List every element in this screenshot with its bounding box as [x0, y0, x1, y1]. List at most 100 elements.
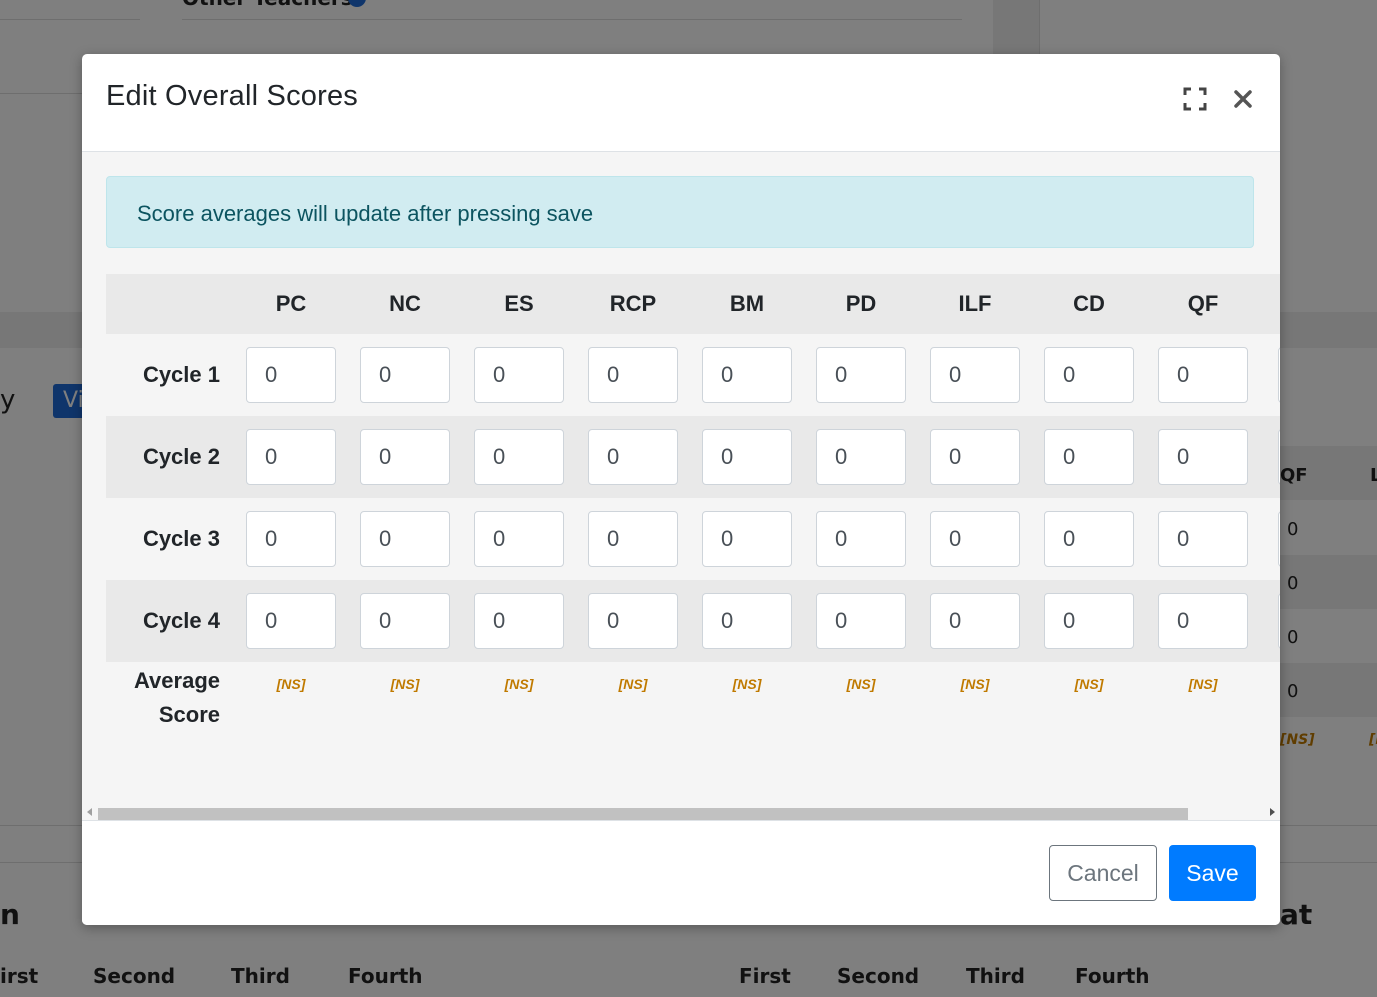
score-input[interactable]: [1044, 593, 1134, 649]
score-input[interactable]: [588, 347, 678, 403]
score-input[interactable]: [1278, 511, 1280, 567]
score-cell: [576, 580, 690, 662]
horizontal-scrollbar[interactable]: [82, 804, 1280, 820]
score-input[interactable]: [246, 593, 336, 649]
score-input[interactable]: [1278, 429, 1280, 485]
score-cell: [348, 580, 462, 662]
table-row: Cycle 4: [106, 580, 1280, 662]
score-input[interactable]: [816, 347, 906, 403]
average-value: [NS]: [390, 676, 420, 692]
scores-table: PC NC ES RCP BM PD ILF CD QF Cycle 1 Cycl…: [106, 274, 1280, 762]
score-input[interactable]: [360, 429, 450, 485]
row-label: Cycle 3: [142, 526, 220, 551]
score-input[interactable]: [1044, 347, 1134, 403]
column-header: CD: [1073, 291, 1105, 316]
score-input[interactable]: [930, 511, 1020, 567]
score-input[interactable]: [816, 429, 906, 485]
score-input[interactable]: [702, 429, 792, 485]
average-value: [NS]: [846, 676, 876, 692]
column-header: ILF: [958, 291, 992, 316]
column-header: RCP: [609, 291, 657, 316]
score-input[interactable]: [246, 511, 336, 567]
score-cell: [690, 334, 804, 416]
score-input[interactable]: [246, 347, 336, 403]
score-input[interactable]: [1278, 347, 1280, 403]
score-input[interactable]: [816, 593, 906, 649]
edit-scores-modal: Edit Overall Scores Score averages will …: [82, 54, 1280, 925]
score-input[interactable]: [702, 511, 792, 567]
cancel-button[interactable]: Cancel: [1049, 845, 1157, 901]
score-input[interactable]: [930, 347, 1020, 403]
score-input[interactable]: [588, 511, 678, 567]
score-cell-cut: [1260, 498, 1280, 580]
score-cell: [576, 416, 690, 498]
column-header: PC: [275, 291, 307, 316]
score-cell: [804, 580, 918, 662]
average-value-cut: [1260, 662, 1280, 762]
score-cell: [804, 334, 918, 416]
score-input[interactable]: [702, 347, 792, 403]
score-input[interactable]: [816, 511, 906, 567]
score-input[interactable]: [930, 429, 1020, 485]
close-icon[interactable]: [1228, 84, 1258, 114]
score-cell: [690, 580, 804, 662]
score-cell-cut: [1260, 416, 1280, 498]
score-cell: [1146, 416, 1260, 498]
score-cell: [234, 416, 348, 498]
score-cell: [1146, 334, 1260, 416]
score-input[interactable]: [1044, 511, 1134, 567]
table-row: Cycle 2: [106, 416, 1280, 498]
save-button[interactable]: Save: [1169, 845, 1256, 901]
expand-icon[interactable]: [1180, 84, 1210, 114]
score-input[interactable]: [360, 593, 450, 649]
average-value: [NS]: [1074, 676, 1104, 692]
score-cell: [918, 498, 1032, 580]
row-label: Cycle 1: [142, 362, 220, 387]
score-input[interactable]: [474, 593, 564, 649]
score-cell: [1032, 416, 1146, 498]
score-input[interactable]: [588, 593, 678, 649]
score-input[interactable]: [588, 429, 678, 485]
score-cell-cut: [1260, 334, 1280, 416]
score-input[interactable]: [1044, 429, 1134, 485]
score-input[interactable]: [1158, 347, 1248, 403]
score-input[interactable]: [1158, 593, 1248, 649]
score-cell: [1032, 498, 1146, 580]
score-input[interactable]: [1278, 593, 1280, 649]
scroll-left-icon[interactable]: [87, 808, 92, 816]
score-input[interactable]: [702, 593, 792, 649]
score-input[interactable]: [360, 347, 450, 403]
score-input[interactable]: [1158, 511, 1248, 567]
score-cell: [234, 334, 348, 416]
score-input[interactable]: [360, 511, 450, 567]
score-input[interactable]: [246, 429, 336, 485]
row-label: Cycle 4: [142, 608, 220, 633]
score-cell: [690, 498, 804, 580]
table-header-row: PC NC ES RCP BM PD ILF CD QF: [106, 274, 1280, 334]
score-cell: [462, 498, 576, 580]
column-header-cut: [1260, 274, 1280, 334]
table-row: Cycle 1: [106, 334, 1280, 416]
score-input[interactable]: [930, 593, 1020, 649]
scrollbar-track[interactable]: [98, 808, 1264, 820]
modal-footer: Cancel Save: [82, 820, 1280, 925]
score-cell: [804, 498, 918, 580]
score-input[interactable]: [1158, 429, 1248, 485]
average-value: [NS]: [732, 676, 762, 692]
average-value: [NS]: [1188, 676, 1218, 692]
scores-table-container[interactable]: PC NC ES RCP BM PD ILF CD QF Cycle 1 Cycl…: [106, 274, 1280, 804]
score-cell: [1146, 498, 1260, 580]
corner-header: [106, 274, 234, 334]
score-cell: [462, 580, 576, 662]
scrollbar-thumb[interactable]: [98, 808, 1188, 820]
score-input[interactable]: [474, 511, 564, 567]
score-cell: [804, 416, 918, 498]
score-cell: [918, 416, 1032, 498]
column-header: BM: [729, 291, 765, 316]
score-input[interactable]: [474, 429, 564, 485]
average-value: [NS]: [276, 676, 306, 692]
scroll-right-icon[interactable]: [1270, 808, 1275, 816]
score-input[interactable]: [474, 347, 564, 403]
score-cell: [234, 498, 348, 580]
average-label: Average Score: [106, 662, 234, 762]
